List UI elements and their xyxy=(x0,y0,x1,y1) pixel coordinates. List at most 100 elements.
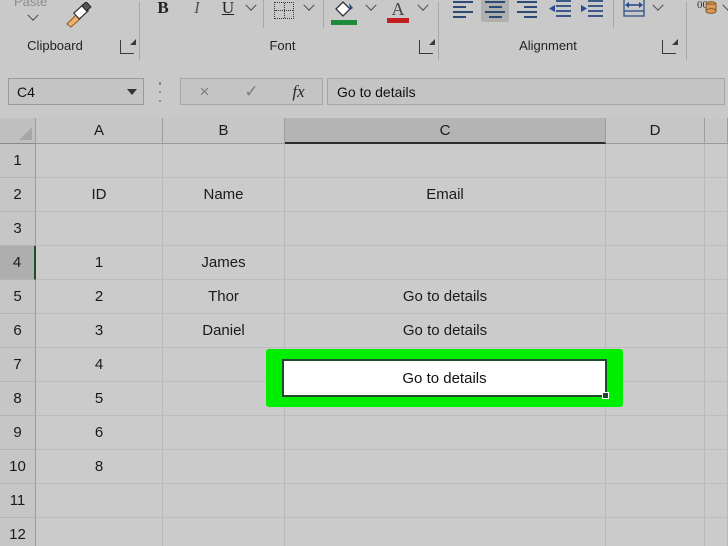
font-dialog-launcher-icon[interactable] xyxy=(419,40,433,54)
paste-button-label[interactable]: Paste xyxy=(14,0,47,9)
confirm-entry-button[interactable]: ✓ xyxy=(228,82,275,102)
cell-b3[interactable] xyxy=(163,212,285,246)
cell-a9[interactable]: 6 xyxy=(36,416,163,450)
borders-chevron-down-icon[interactable] xyxy=(303,2,315,14)
cell-e1[interactable] xyxy=(705,144,728,178)
bold-button[interactable]: B xyxy=(152,0,174,20)
paste-chevron-down-icon[interactable] xyxy=(27,12,39,24)
cell-d1[interactable] xyxy=(606,144,705,178)
cell-b10[interactable] xyxy=(163,450,285,484)
cell-c3[interactable] xyxy=(285,212,606,246)
align-center-icon[interactable] xyxy=(481,0,509,22)
cell-e3[interactable] xyxy=(705,212,728,246)
cell-c10[interactable] xyxy=(285,450,606,484)
row-header-6[interactable]: 6 xyxy=(0,314,36,348)
name-box-chevron-down-icon[interactable] xyxy=(121,79,143,104)
fill-chevron-down-icon[interactable] xyxy=(365,2,377,14)
formula-input[interactable]: Go to details xyxy=(327,78,725,105)
cell-c9[interactable] xyxy=(285,416,606,450)
row-header-10[interactable]: 10 xyxy=(0,450,36,484)
cell-b12[interactable] xyxy=(163,518,285,546)
cell-e6[interactable] xyxy=(705,314,728,348)
cell-a12[interactable] xyxy=(36,518,163,546)
fill-handle[interactable] xyxy=(602,392,609,399)
cell-c11[interactable] xyxy=(285,484,606,518)
cell-c12[interactable] xyxy=(285,518,606,546)
name-box[interactable]: C4 xyxy=(8,78,144,105)
cell-e11[interactable] xyxy=(705,484,728,518)
cell-d5[interactable] xyxy=(606,280,705,314)
cell-d12[interactable] xyxy=(606,518,705,546)
underline-button[interactable]: U xyxy=(217,0,239,20)
cell-a3[interactable] xyxy=(36,212,163,246)
cell-e9[interactable] xyxy=(705,416,728,450)
cell-a1[interactable] xyxy=(36,144,163,178)
wrap-text-icon[interactable] xyxy=(621,0,647,20)
insert-function-button[interactable]: fx xyxy=(275,82,322,102)
cell-a4[interactable]: 1 xyxy=(36,246,163,280)
cell-a8[interactable]: 5 xyxy=(36,382,163,416)
row-header-3[interactable]: 3 xyxy=(0,212,36,246)
cell-e8[interactable] xyxy=(705,382,728,416)
cell-c6[interactable]: Go to details xyxy=(285,314,606,348)
underline-chevron-down-icon[interactable] xyxy=(245,2,257,14)
cell-a2[interactable]: ID xyxy=(36,178,163,212)
italic-button[interactable]: I xyxy=(186,0,208,20)
cell-d4[interactable] xyxy=(606,246,705,280)
align-left-icon[interactable] xyxy=(450,0,476,20)
font-chevron-down-icon[interactable] xyxy=(417,2,429,14)
column-header-d[interactable]: D xyxy=(606,118,705,144)
cell-b4[interactable]: James xyxy=(163,246,285,280)
cell-d6[interactable] xyxy=(606,314,705,348)
cell-c4[interactable] xyxy=(285,246,606,280)
selected-cell-c4[interactable]: Go to details xyxy=(282,359,609,399)
cancel-entry-button[interactable]: × xyxy=(181,82,228,102)
column-header-c[interactable]: C xyxy=(285,118,606,144)
cell-d2[interactable] xyxy=(606,178,705,212)
format-painter-icon[interactable] xyxy=(63,1,93,28)
column-header-b[interactable]: B xyxy=(163,118,285,144)
align-right-icon[interactable] xyxy=(514,0,540,20)
fill-color-icon[interactable] xyxy=(331,0,357,25)
cell-d9[interactable] xyxy=(606,416,705,450)
decrease-indent-icon[interactable] xyxy=(546,0,574,20)
cell-a10[interactable]: 8 xyxy=(36,450,163,484)
cell-c5[interactable]: Go to details xyxy=(285,280,606,314)
font-color-icon[interactable]: A xyxy=(386,0,410,20)
cell-e2[interactable] xyxy=(705,178,728,212)
number-chevron-down-icon[interactable] xyxy=(722,2,728,14)
row-header-7[interactable]: 7 xyxy=(0,348,36,382)
cell-a11[interactable] xyxy=(36,484,163,518)
clipboard-dialog-launcher-icon[interactable] xyxy=(120,40,134,54)
cell-e4[interactable] xyxy=(705,246,728,280)
cell-a5[interactable]: 2 xyxy=(36,280,163,314)
row-header-2[interactable]: 2 xyxy=(0,178,36,212)
row-header-4[interactable]: 4 xyxy=(0,246,36,280)
cell-d11[interactable] xyxy=(606,484,705,518)
cell-e5[interactable] xyxy=(705,280,728,314)
column-header-e[interactable] xyxy=(705,118,728,144)
row-header-11[interactable]: 11 xyxy=(0,484,36,518)
cell-b9[interactable] xyxy=(163,416,285,450)
cell-d10[interactable] xyxy=(606,450,705,484)
row-header-9[interactable]: 9 xyxy=(0,416,36,450)
cell-b11[interactable] xyxy=(163,484,285,518)
cell-b6[interactable]: Daniel xyxy=(163,314,285,348)
cell-c1[interactable] xyxy=(285,144,606,178)
cell-e7[interactable] xyxy=(705,348,728,382)
alignment-dialog-launcher-icon[interactable] xyxy=(662,40,676,54)
select-all-corner[interactable] xyxy=(0,118,36,144)
number-format-icon[interactable]: 00 xyxy=(696,0,722,20)
cell-a6[interactable]: 3 xyxy=(36,314,163,348)
cell-b2[interactable]: Name xyxy=(163,178,285,212)
cell-d3[interactable] xyxy=(606,212,705,246)
row-header-1[interactable]: 1 xyxy=(0,144,36,178)
row-header-5[interactable]: 5 xyxy=(0,280,36,314)
cell-e12[interactable] xyxy=(705,518,728,546)
column-header-a[interactable]: A xyxy=(36,118,163,144)
cell-a7[interactable]: 4 xyxy=(36,348,163,382)
borders-grid-icon[interactable] xyxy=(272,0,296,20)
cell-e10[interactable] xyxy=(705,450,728,484)
wrap-chevron-down-icon[interactable] xyxy=(652,2,664,14)
cell-c2[interactable]: Email xyxy=(285,178,606,212)
